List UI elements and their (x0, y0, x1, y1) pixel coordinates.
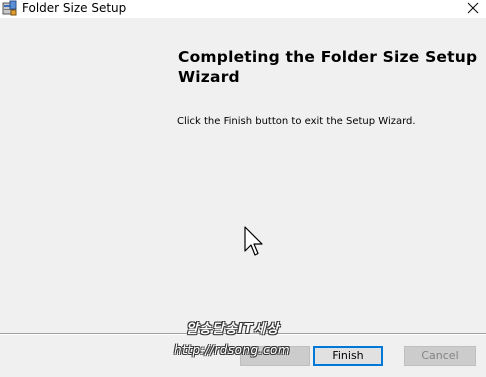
cancel-button[interactable]: Cancel (404, 346, 476, 366)
wizard-description: Click the Finish button to exit the Setu… (177, 116, 416, 127)
close-button[interactable] (462, 0, 484, 16)
finish-button[interactable]: Finish (313, 346, 383, 366)
installer-icon (1, 0, 17, 16)
close-icon (467, 2, 479, 14)
window-title: Folder Size Setup (22, 1, 127, 15)
mouse-cursor-icon (244, 226, 264, 258)
watermark-title: 알송달송IT세상 (186, 322, 280, 337)
title-bar: Folder Size Setup (0, 0, 486, 18)
watermark-url: http://rdsong.com (174, 343, 291, 357)
wizard-heading: Completing the Folder Size Setup Wizard (178, 48, 478, 86)
watermark: 알송달송IT세상 http://rdsong.com (172, 316, 302, 362)
